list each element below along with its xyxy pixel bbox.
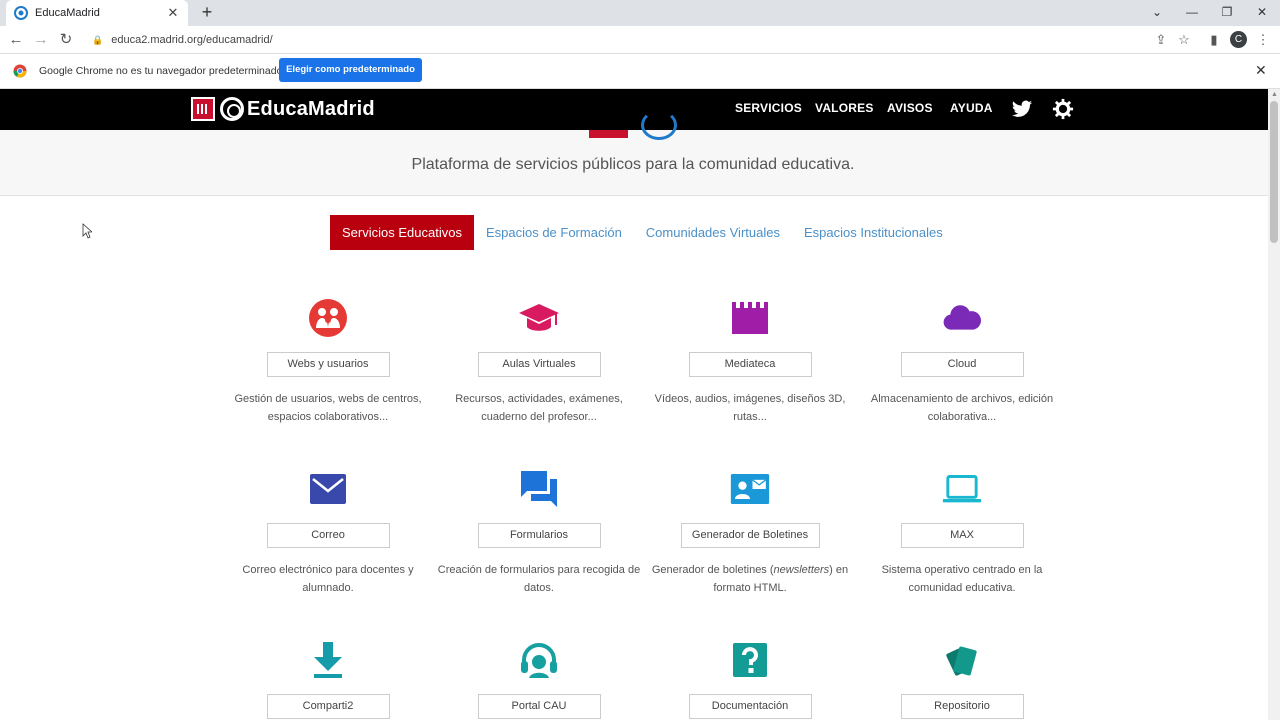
site-header: EducaMadrid SERVICIOS VALORES AVISOS AYU… [0, 89, 1268, 130]
madrid-flag-icon [191, 97, 215, 121]
chrome-logo-icon [13, 64, 27, 78]
forward-button[interactable]: → [31, 30, 51, 50]
service-label[interactable]: Generador de Boletines [680, 523, 820, 548]
settings-gear-icon[interactable] [1052, 98, 1074, 120]
tab-close-icon[interactable]: ✕ [166, 5, 180, 21]
service-label[interactable]: Portal CAU [477, 694, 601, 719]
service-webs-usuarios: Webs y usuarios Gestión de usuarios, web… [222, 298, 434, 426]
service-cloud: Cloud Almacenamiento de archivos, edició… [856, 298, 1068, 426]
back-button[interactable]: ← [6, 30, 26, 50]
service-label[interactable]: Repositorio [900, 694, 1024, 719]
browser-tab[interactable]: EducaMadrid ✕ [6, 0, 188, 26]
question-icon[interactable] [730, 640, 770, 680]
mouse-cursor-icon [82, 223, 92, 239]
service-max: MAX Sistema operativo centrado en la com… [856, 469, 1068, 597]
service-aulas-virtuales: Aulas Virtuales Recursos, actividades, e… [433, 298, 645, 426]
service-description: Almacenamiento de archivos, edición cola… [870, 393, 1054, 423]
chat-bubbles-icon[interactable] [519, 469, 559, 509]
profile-avatar[interactable]: C [1230, 31, 1247, 48]
contact-card-icon[interactable] [730, 469, 770, 509]
page-viewport: EducaMadrid SERVICIOS VALORES AVISOS AYU… [0, 89, 1268, 720]
cloud-icon[interactable] [942, 298, 982, 338]
url-text: educa2.madrid.org/educamadrid/ [111, 34, 273, 46]
download-icon[interactable] [308, 640, 348, 680]
service-label[interactable]: Aulas Virtuales [477, 352, 601, 377]
service-portal-cau: Portal CAU [433, 640, 645, 719]
side-panel-icon[interactable]: ▮ [1205, 31, 1223, 49]
close-window-button[interactable]: ✕ [1245, 0, 1279, 26]
laptop-icon[interactable] [942, 469, 982, 509]
scroll-up-icon[interactable]: ▲ [1271, 91, 1278, 98]
service-description: Generador de boletines (newsletters) en … [644, 561, 856, 597]
service-repositorio: Repositorio [856, 640, 1068, 719]
service-label[interactable]: Formularios [477, 523, 601, 548]
twitter-icon[interactable] [1011, 98, 1033, 120]
site-tagline: Plataforma de servicios públicos para la… [411, 156, 855, 173]
service-documentacion: Documentación [644, 640, 856, 719]
service-comparti2: Comparti2 [222, 640, 434, 719]
site-logo[interactable]: EducaMadrid [191, 97, 375, 121]
service-description: Sistema operativo centrado en la comunid… [881, 564, 1043, 594]
headset-icon[interactable] [519, 640, 559, 680]
tab-espacios-formacion[interactable]: Espacios de Formación [474, 215, 634, 250]
service-description: Creación de formularios para recogida de… [437, 564, 641, 594]
service-description: Gestión de usuarios, webs de centros, es… [234, 393, 422, 423]
share-icon[interactable]: ⇪ [1152, 31, 1170, 49]
page-scrollbar[interactable]: ▲ [1268, 89, 1280, 720]
film-icon[interactable] [730, 298, 770, 338]
desc-emphasis: newsletters [773, 564, 830, 576]
menu-kebab-icon[interactable]: ⋮ [1254, 31, 1272, 49]
tab-espacios-institucionales[interactable]: Espacios Institucionales [792, 215, 955, 250]
service-description: Vídeos, audios, imágenes, diseños 3D, ru… [654, 393, 846, 423]
service-tabs: Servicios Educativos Espacios de Formaci… [330, 215, 955, 250]
service-label[interactable]: Comparti2 [266, 694, 390, 719]
infobar-close-icon[interactable]: ✕ [1255, 62, 1267, 79]
scrollbar-thumb[interactable] [1270, 101, 1278, 243]
hero-logo-circle-fragment [641, 110, 677, 140]
service-mediateca: Mediateca Vídeos, audios, imágenes, dise… [644, 298, 856, 426]
restore-button[interactable]: ❐ [1210, 0, 1244, 26]
address-bar[interactable]: 🔒 educa2.madrid.org/educamadrid/ [82, 29, 1194, 51]
nav-valores[interactable]: VALORES [815, 101, 874, 115]
hero-banner: Plataforma de servicios públicos para la… [0, 110, 1268, 196]
lock-icon: 🔒 [92, 34, 104, 45]
service-description: Recursos, actividades, exámenes, cuadern… [455, 393, 623, 423]
service-label[interactable]: Correo [266, 523, 390, 548]
browser-tab-strip: EducaMadrid ✕ + ⌄ — ❐ ✕ [0, 0, 1280, 26]
set-default-button[interactable]: Elegir como predeterminado [279, 58, 422, 82]
service-label[interactable]: Webs y usuarios [266, 352, 390, 377]
browser-toolbar: ← → ↻ 🔒 educa2.madrid.org/educamadrid/ ⇪… [0, 26, 1280, 54]
default-browser-infobar: Google Chrome no es tu navegador predete… [0, 54, 1280, 89]
service-formularios: Formularios Creación de formularios para… [433, 469, 645, 597]
brand-name: EducaMadrid [247, 97, 375, 120]
envelope-icon[interactable] [308, 469, 348, 509]
service-description: Correo electrónico para docentes y alumn… [242, 564, 414, 594]
reload-button[interactable]: ↻ [56, 30, 76, 50]
graduation-cap-icon[interactable] [519, 298, 559, 338]
nav-avisos[interactable]: AVISOS [887, 101, 933, 115]
hero-logo-fragment [589, 130, 628, 138]
tab-search-icon[interactable]: ⌄ [1140, 0, 1174, 26]
cards-icon[interactable] [942, 640, 982, 680]
educamadrid-logo-icon [220, 97, 244, 121]
service-label[interactable]: Mediateca [688, 352, 812, 377]
desc-text: Generador de boletines ( [651, 564, 774, 576]
educamadrid-favicon-icon [14, 6, 28, 20]
minimize-button[interactable]: — [1175, 0, 1209, 26]
service-label[interactable]: Documentación [688, 694, 812, 719]
service-generador-boletines: Generador de Boletines Generador de bole… [644, 469, 856, 597]
users-circle-icon[interactable] [308, 298, 348, 338]
new-tab-button[interactable]: + [197, 2, 217, 22]
tab-title: EducaMadrid [35, 7, 100, 19]
nav-ayuda[interactable]: AYUDA [950, 101, 993, 115]
infobar-message: Google Chrome no es tu navegador predete… [39, 65, 283, 77]
service-correo: Correo Correo electrónico para docentes … [222, 469, 434, 597]
service-label[interactable]: Cloud [900, 352, 1024, 377]
bookmark-star-icon[interactable]: ☆ [1175, 31, 1193, 49]
nav-servicios[interactable]: SERVICIOS [735, 101, 802, 115]
tab-comunidades-virtuales[interactable]: Comunidades Virtuales [634, 215, 792, 250]
tab-servicios-educativos[interactable]: Servicios Educativos [330, 215, 474, 250]
service-label[interactable]: MAX [900, 523, 1024, 548]
